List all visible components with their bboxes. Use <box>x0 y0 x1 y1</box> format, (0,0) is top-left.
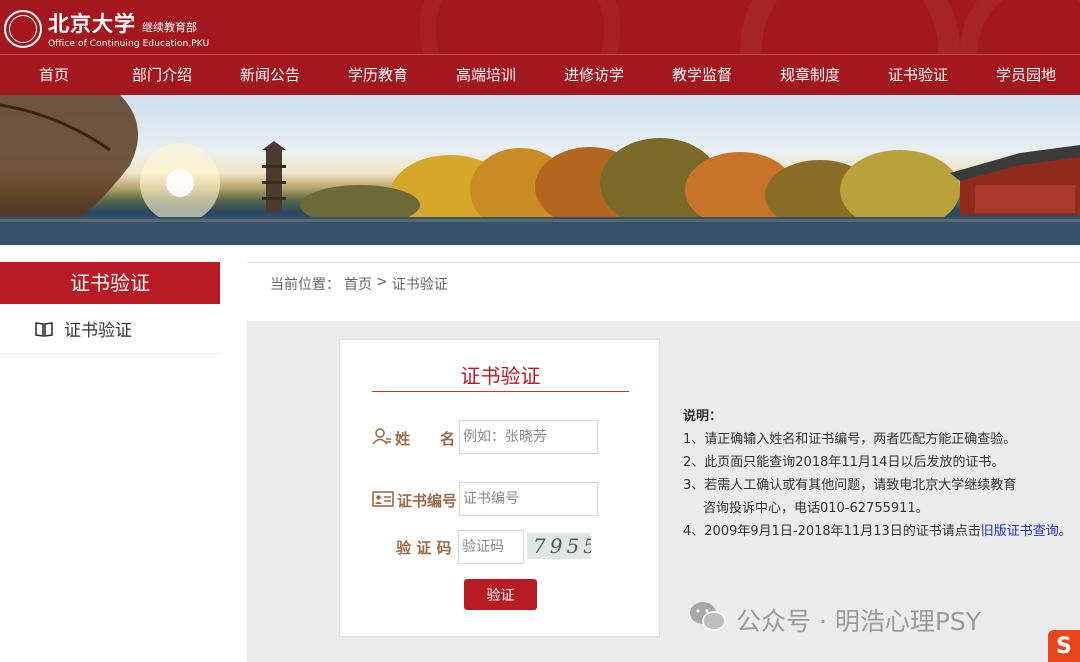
cert-number-label-text: 证书编号 <box>397 492 458 510</box>
open-book-icon <box>34 320 54 338</box>
name-label: 姓 名 <box>372 427 455 449</box>
captcha-label-text: 验 证 码 <box>396 539 452 557</box>
logo-title: 北京大学 <box>48 11 136 36</box>
captcha-text: 7955 <box>533 534 591 558</box>
divider <box>247 262 1080 263</box>
nav-item-news[interactable]: 新闻公告 <box>216 55 324 95</box>
nav-item-visiting[interactable]: 进修访学 <box>540 55 648 95</box>
site-logo[interactable]: 北京大学 继续教育部 Office of Continuing Educatio… <box>4 8 209 49</box>
logo-english: Office of Continuing Education.PKU <box>48 39 210 49</box>
title-underline <box>372 391 629 392</box>
instruction-line: 1、请正确输入姓名和证书编号，两者匹配方能正确查验。 <box>683 432 1017 447</box>
campus-banner <box>0 95 1080 245</box>
nav-item-home[interactable]: 首页 <box>0 55 108 95</box>
nav-item-about[interactable]: 部门介绍 <box>108 55 216 95</box>
captcha-input[interactable] <box>458 530 524 564</box>
instruction-line: 3、若需人工确认或有其他问题，请致电北京大学继续教育 <box>683 478 1017 493</box>
sidebar-item-certificate[interactable]: 证书验证 <box>0 304 220 354</box>
breadcrumb-separator: > <box>376 274 388 290</box>
cert-number-label: 证书编号 <box>372 490 457 511</box>
sidebar-title: 证书验证 <box>0 262 220 304</box>
nav-item-rules[interactable]: 规章制度 <box>756 55 864 95</box>
captcha-label: 验 证 码 <box>396 537 451 558</box>
university-seal-icon <box>4 9 42 48</box>
instruction-line-prefix: 4、2009年9月1日-2018年11月13日的证书请点击 <box>683 524 981 539</box>
nav-item-supervision[interactable]: 教学监督 <box>648 55 756 95</box>
instructions: 说明： 1、请正确输入姓名和证书编号，两者匹配方能正确查验。 2、此页面只能查询… <box>683 405 1072 543</box>
verification-card: 证书验证 姓 名 证书编号 验 证 码 7955 验证 <box>339 339 660 637</box>
site-header: 北京大学 继续教育部 Office of Continuing Educatio… <box>0 0 1080 54</box>
breadcrumb-home-link[interactable]: 首页 <box>344 274 372 294</box>
name-input[interactable] <box>459 420 598 454</box>
name-label-text: 姓 名 <box>395 429 456 448</box>
nav-item-certificate[interactable]: 证书验证 <box>864 55 972 95</box>
logo-subtitle: 继续教育部 <box>142 21 197 34</box>
instructions-title: 说明： <box>683 409 723 424</box>
corner-logo-icon: S <box>1048 630 1080 662</box>
main-nav: 首页 部门介绍 新闻公告 学历教育 高端培训 进修访学 教学监督 规章制度 证书… <box>0 54 1080 95</box>
breadcrumb-prefix: 当前位置： <box>270 277 340 293</box>
header-decoration <box>420 0 620 54</box>
instruction-line: 咨询投诉中心，电话010-62755911。 <box>703 501 929 516</box>
breadcrumb: 当前位置： 首页 > 证书验证 <box>270 274 448 294</box>
user-icon <box>372 427 392 449</box>
nav-item-students[interactable]: 学员园地 <box>972 55 1080 95</box>
verify-button[interactable]: 验证 <box>464 579 537 610</box>
old-certificate-query-link[interactable]: 旧版证书查询 <box>981 524 1059 539</box>
nav-item-training[interactable]: 高端培训 <box>432 55 540 95</box>
id-card-icon <box>372 490 394 511</box>
header-decoration <box>740 0 960 54</box>
instruction-line: 2、此页面只能查询2018年11月14日以后发放的证书。 <box>683 455 1005 470</box>
instruction-line-suffix: 。 <box>1058 524 1072 539</box>
watermark-text: 公众号 · 明浩心理PSY <box>736 607 982 636</box>
cert-number-input[interactable] <box>459 482 598 516</box>
watermark: 公众号 · 明浩心理PSY <box>688 600 981 640</box>
wechat-icon <box>688 600 728 640</box>
nav-item-degree[interactable]: 学历教育 <box>324 55 432 95</box>
breadcrumb-current[interactable]: 证书验证 <box>392 274 448 294</box>
card-title: 证书验证 <box>460 364 541 388</box>
captcha-image[interactable]: 7955 <box>527 533 591 559</box>
instruction-line-4: 4、2009年9月1日-2018年11月13日的证书请点击旧版证书查询。 <box>683 520 1072 543</box>
sidebar-item-label: 证书验证 <box>64 321 132 341</box>
header-decoration <box>960 0 1080 54</box>
